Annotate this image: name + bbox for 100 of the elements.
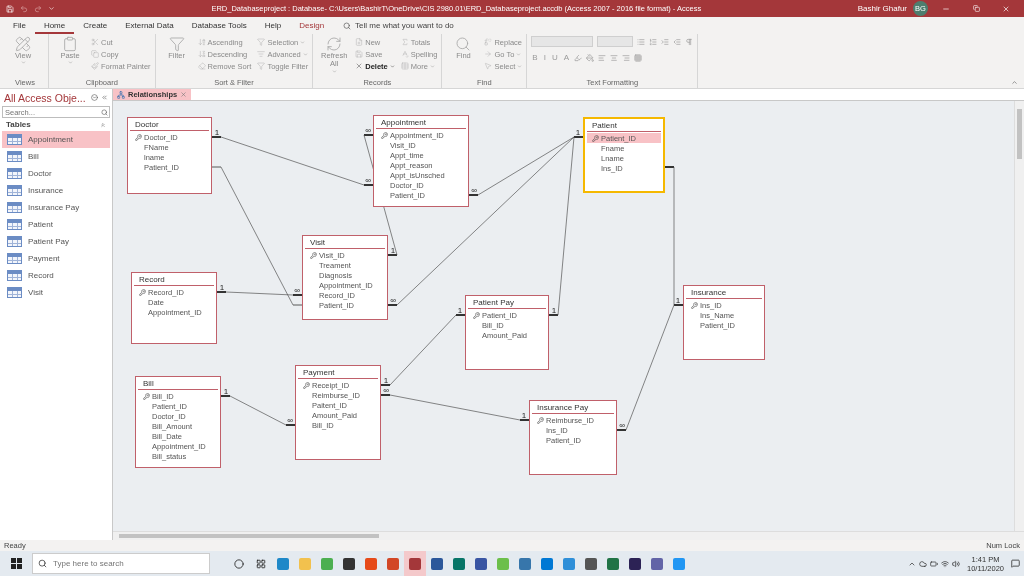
nav-item[interactable]: Visit <box>2 284 110 301</box>
ribbon-tab[interactable]: Help <box>255 17 291 34</box>
windows-logo-icon[interactable] <box>10 558 22 569</box>
volume-icon[interactable] <box>952 559 960 568</box>
key-icon <box>135 133 142 141</box>
table-icon <box>7 185 22 196</box>
cloud-icon[interactable] <box>919 559 927 568</box>
nav-item[interactable]: Payment <box>2 250 110 267</box>
key-icon <box>139 288 146 296</box>
ribbon-tab[interactable]: Create <box>74 17 117 34</box>
ribbon-tab[interactable]: Database Tools <box>182 17 256 34</box>
outdent-icon[interactable] <box>673 37 682 46</box>
battery-icon[interactable] <box>930 559 938 568</box>
cardinality-label: 1 <box>521 411 527 420</box>
collapse-pane-icon[interactable] <box>101 94 108 101</box>
nav-item[interactable]: Patient <box>2 216 110 233</box>
cardinality-label: 1 <box>575 128 581 137</box>
cardinality-label: 1 <box>675 296 681 305</box>
paintbrush-icon <box>91 62 99 70</box>
sort-ascending-icon <box>197 38 206 46</box>
nav-item[interactable]: Patient Pay <box>2 233 110 250</box>
ribbon-tab[interactable]: File <box>4 17 35 34</box>
cardinality-label: ∞ <box>294 286 300 295</box>
save-icon <box>355 50 364 58</box>
cardinality-label: 1 <box>219 283 225 292</box>
nav-item[interactable]: Insurance <box>2 182 110 199</box>
table-title: Patient Pay <box>473 297 514 307</box>
nav-item[interactable]: Bill <box>2 148 110 165</box>
table-icon <box>7 270 22 281</box>
cardinality-label: ∞ <box>471 186 477 195</box>
circle-icon[interactable] <box>234 558 244 569</box>
table-icon <box>7 151 22 162</box>
table-icon <box>7 168 22 179</box>
close-icon[interactable] <box>1002 4 1010 13</box>
refresh-icon <box>326 36 343 52</box>
table-title: Record <box>139 274 165 284</box>
align-center-icon[interactable] <box>610 53 618 62</box>
font-name-field[interactable] <box>531 36 594 47</box>
nav-pane-title[interactable]: All Access Obje... <box>4 91 88 104</box>
nav-item[interactable]: Doctor <box>2 165 110 182</box>
dropdown-icon[interactable] <box>91 94 98 101</box>
table-icon <box>7 236 22 247</box>
ribbon-tab[interactable]: External Data <box>116 17 183 34</box>
spelling-icon <box>400 50 409 58</box>
key-icon <box>381 131 388 139</box>
redo-icon[interactable] <box>34 4 42 13</box>
replace-icon <box>484 38 493 46</box>
table-title: Doctor <box>135 119 159 129</box>
cardinality-label: ∞ <box>365 176 371 185</box>
vertical-scrollbar[interactable] <box>1014 101 1024 531</box>
indent-icon[interactable] <box>661 37 670 46</box>
nav-item[interactable]: Record <box>2 267 110 284</box>
table-icon <box>7 219 22 230</box>
ribbon-tab[interactable]: Design <box>290 17 334 34</box>
collapse-icon[interactable] <box>100 121 106 128</box>
collapse-icon[interactable] <box>1011 79 1018 86</box>
cardinality-label: ∞ <box>383 386 389 395</box>
ruler-pencil-icon <box>15 36 31 52</box>
table-title: Insurance <box>691 287 727 297</box>
paint-bucket-icon[interactable] <box>586 53 594 62</box>
scroll-thumb[interactable] <box>119 534 379 538</box>
search-icon[interactable] <box>101 109 108 116</box>
horizontal-scrollbar[interactable] <box>113 531 1024 540</box>
scroll-thumb[interactable] <box>1017 109 1022 159</box>
cardinality-label: ∞ <box>619 421 625 430</box>
cardinality-label: ∞ <box>365 126 371 135</box>
align-left-icon[interactable] <box>598 53 606 62</box>
search-icon <box>38 559 47 568</box>
font-size-field[interactable] <box>597 36 634 47</box>
align-right-icon[interactable] <box>622 53 630 62</box>
wifi-icon[interactable] <box>941 559 949 568</box>
group-header[interactable]: Tables <box>6 120 31 129</box>
nav-item[interactable]: Appointment <box>2 131 110 148</box>
table-title: Visit <box>310 237 325 247</box>
restore-icon[interactable] <box>972 5 980 12</box>
numbered-list-icon[interactable] <box>649 37 658 46</box>
highlighter-icon[interactable] <box>574 53 582 62</box>
relationships-icon <box>117 90 125 99</box>
taskbar-search-field[interactable]: Type here to search <box>32 553 210 574</box>
gridlines-icon[interactable] <box>634 53 642 62</box>
funnel-icon <box>257 38 266 46</box>
cardinality-label: 1 <box>214 128 220 137</box>
search-icon <box>343 21 352 30</box>
cardinality-label: 1 <box>390 246 396 255</box>
table-title: Insurance Pay <box>537 402 589 412</box>
caret-icon <box>331 68 337 74</box>
undo-icon[interactable] <box>20 4 28 13</box>
bullet-list-icon[interactable] <box>637 37 646 46</box>
tell-me-field[interactable]: Tell me what you want to do <box>355 21 454 30</box>
task-view-icon[interactable] <box>256 558 266 569</box>
table-icon <box>7 202 22 213</box>
ribbon-tab[interactable]: Home <box>34 17 75 34</box>
close-icon[interactable] <box>180 91 188 98</box>
save-icon[interactable] <box>6 4 14 13</box>
pilcrow-icon[interactable] <box>685 37 694 46</box>
notification-icon[interactable] <box>1011 559 1020 568</box>
sigma-icon <box>400 38 409 46</box>
nav-item[interactable]: Insurance Pay <box>2 199 110 216</box>
caret-icon[interactable] <box>48 5 55 12</box>
cardinality-label: 1 <box>383 376 389 385</box>
